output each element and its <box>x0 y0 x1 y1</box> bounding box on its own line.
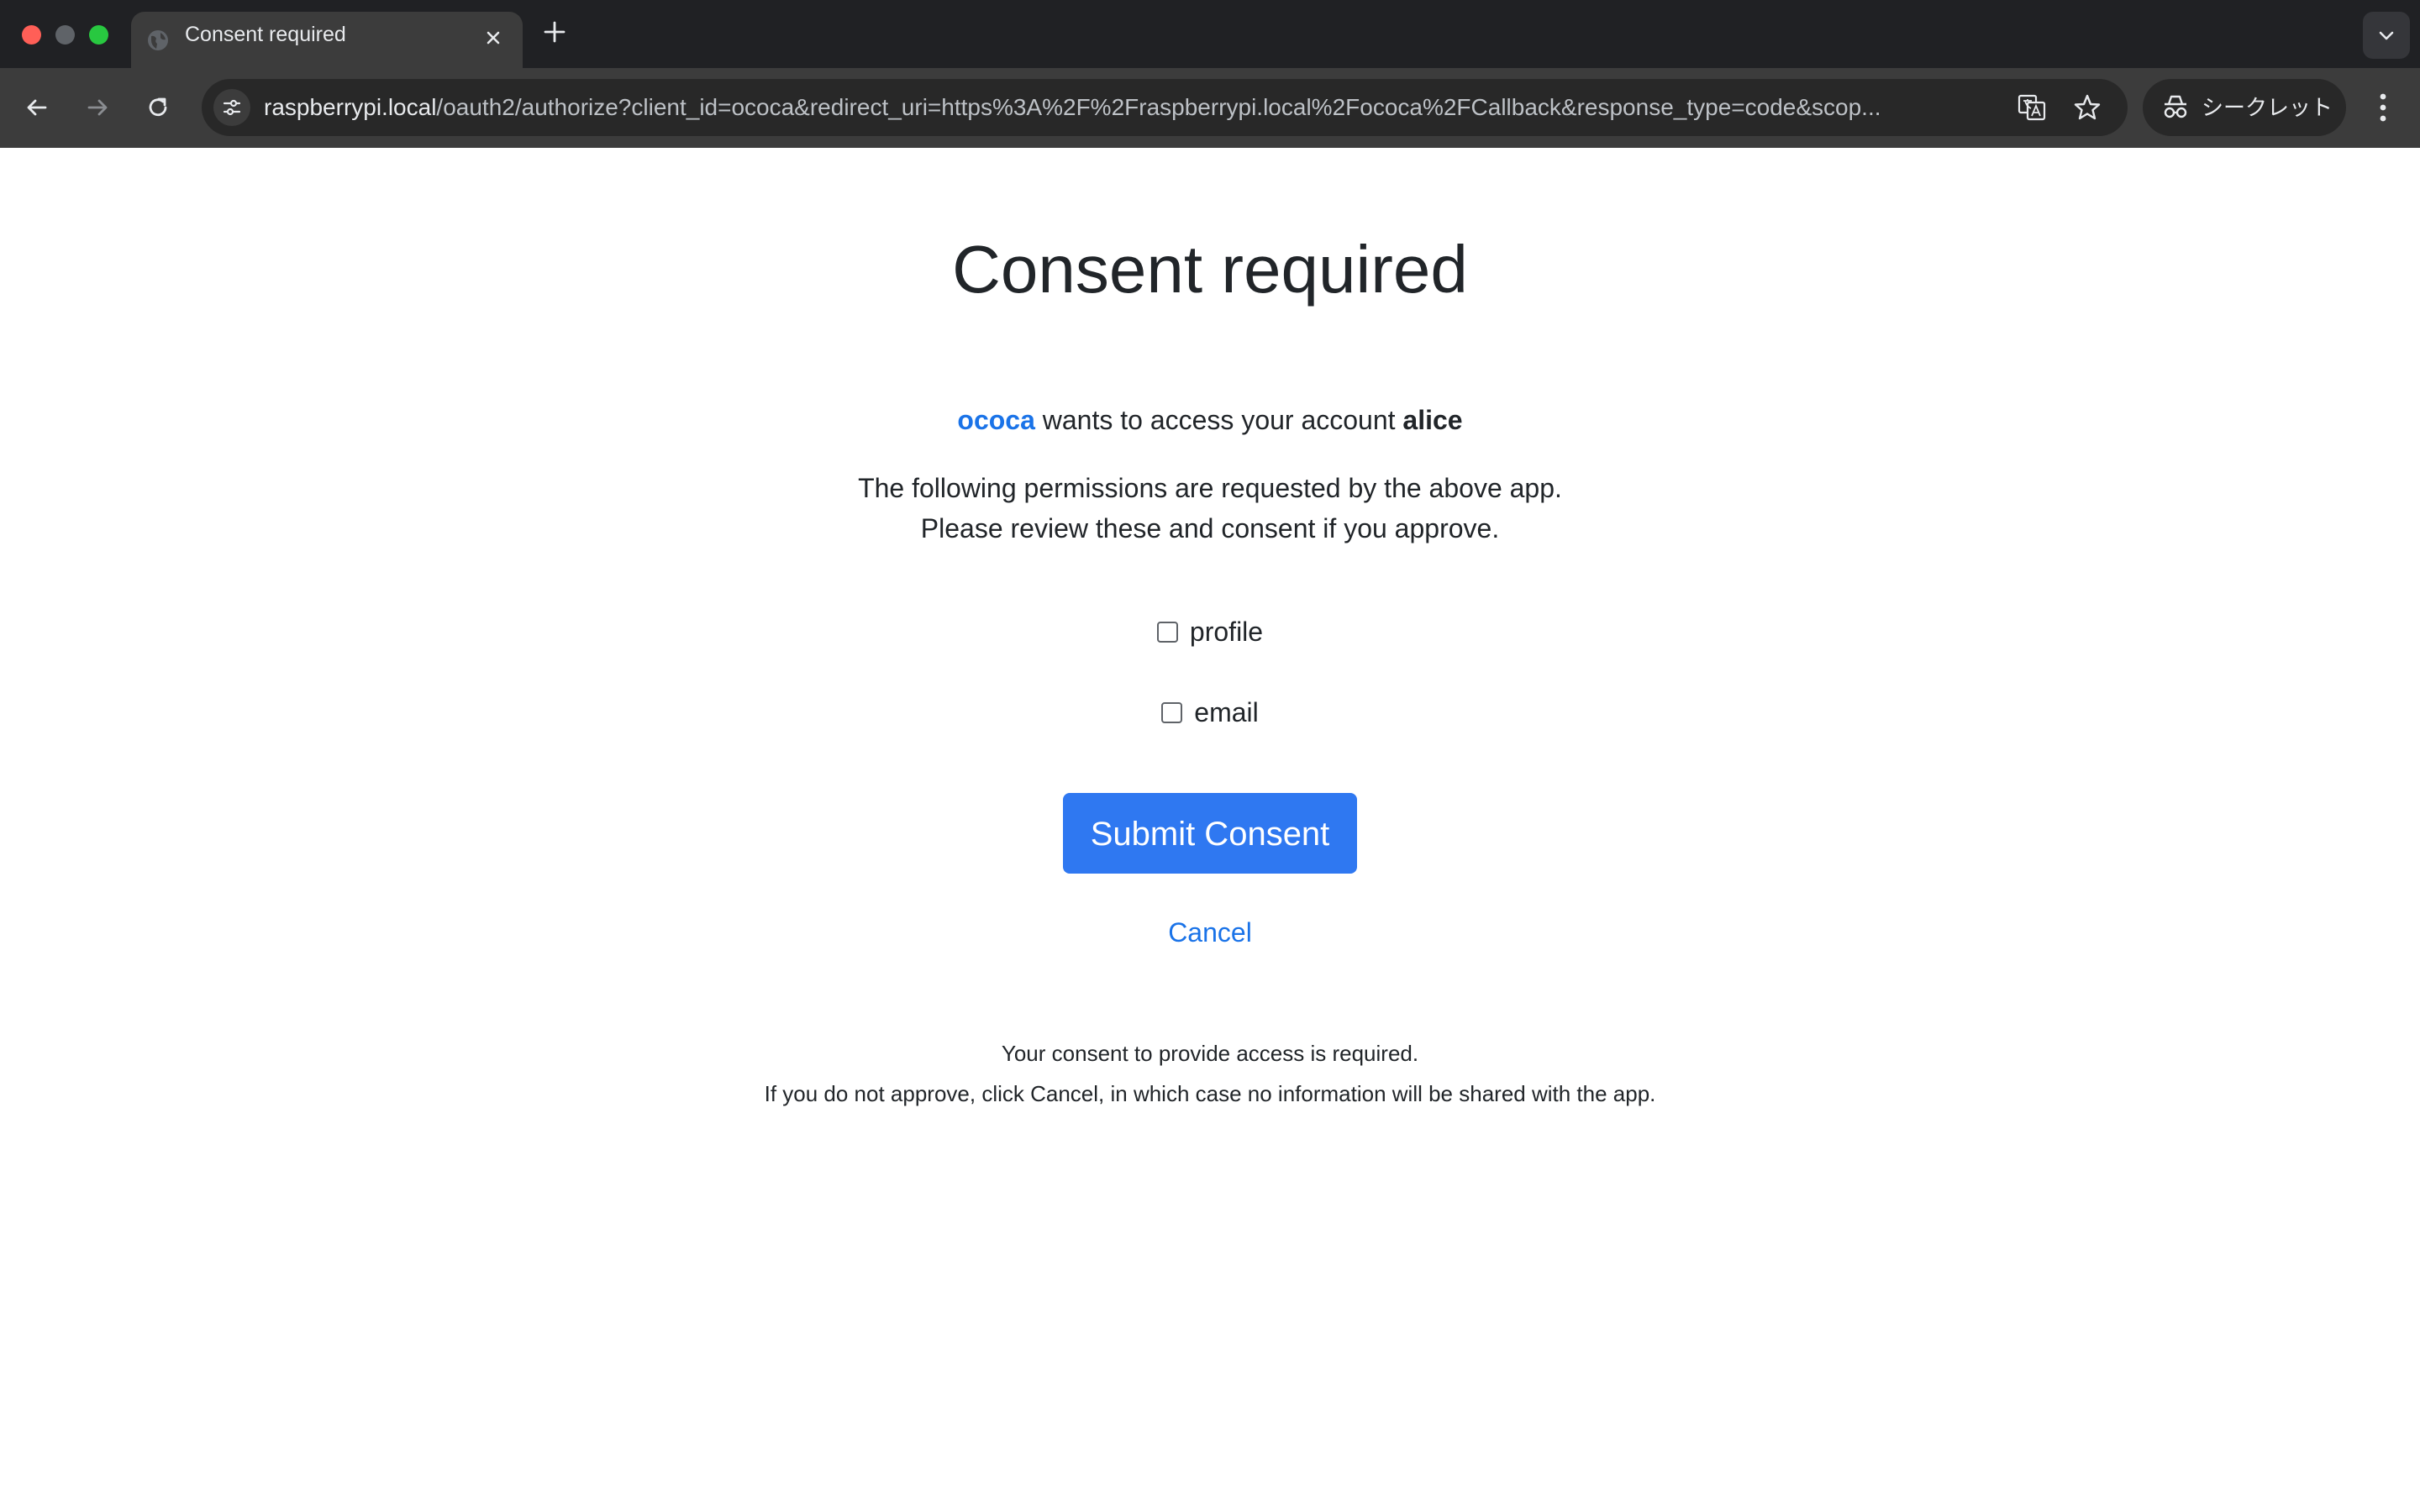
url-text[interactable]: raspberrypi.local/oauth2/authorize?clien… <box>264 79 1944 136</box>
url-path: /oauth2/authorize?client_id=ococa&redire… <box>436 94 1881 120</box>
client-name: ococa <box>957 405 1035 435</box>
page-title: Consent required <box>952 232 1468 307</box>
more-menu-icon[interactable] <box>2368 87 2398 129</box>
account-name: alice <box>1402 405 1463 435</box>
maximize-window-button[interactable] <box>89 25 108 45</box>
reload-button[interactable] <box>139 89 176 126</box>
permissions-intro-line-1: The following permissions are requested … <box>858 473 1562 503</box>
new-tab-icon[interactable] <box>541 18 568 45</box>
tab-search-button[interactable] <box>2363 12 2410 59</box>
scope-profile[interactable]: profile <box>0 612 2420 652</box>
incognito-icon <box>2164 95 2187 118</box>
tune-icon <box>223 99 241 116</box>
footnote-line-2: If you do not approve, click Cancel, in … <box>764 1081 1656 1106</box>
permissions-intro: The following permissions are requested … <box>0 468 2420 549</box>
arrow-left-icon <box>27 99 47 116</box>
scope-label: profile <box>1189 617 1264 647</box>
permissions-intro-line-2: Please review these and consent if you a… <box>920 513 1500 543</box>
address-bar[interactable]: raspberrypi.local/oauth2/authorize?clien… <box>202 79 2128 136</box>
browser-tab-active[interactable]: Consent required <box>131 12 523 68</box>
incognito-indicator[interactable]: シークレット <box>2143 79 2346 136</box>
back-button[interactable] <box>18 89 55 126</box>
footnote: Your consent to provide access is requir… <box>0 1033 2420 1114</box>
tab-title: Consent required <box>185 23 346 46</box>
footnote-line-1: Your consent to provide access is requir… <box>1001 1041 1419 1066</box>
translate-icon[interactable] <box>2017 92 2047 123</box>
globe-icon <box>148 30 168 50</box>
close-window-button[interactable] <box>22 25 41 45</box>
browser-toolbar: raspberrypi.local/oauth2/authorize?clien… <box>0 68 2420 148</box>
minimize-window-button[interactable] <box>55 25 75 45</box>
close-tab-icon[interactable] <box>481 25 506 50</box>
site-info-button[interactable] <box>213 89 250 126</box>
request-text: wants to access your account <box>1034 405 1403 435</box>
browser-tabstrip: Consent required <box>0 0 2420 68</box>
reload-icon <box>149 97 167 117</box>
access-request-line: ococa wants to access your account alice <box>0 400 2420 440</box>
scope-label: email <box>1194 697 1259 727</box>
consent-page: Consent required ococa wants to access y… <box>0 148 2420 1512</box>
chevron-down-icon <box>2379 31 2394 40</box>
scope-email[interactable]: email <box>0 692 2420 732</box>
incognito-label: シークレット <box>2202 95 2333 120</box>
url-host: raspberrypi.local <box>264 94 437 120</box>
star-icon[interactable] <box>2072 92 2102 123</box>
forward-button[interactable] <box>79 89 116 126</box>
submit-consent-button[interactable]: Submit Consent <box>1063 793 1357 874</box>
cancel-row: Cancel <box>0 912 2420 953</box>
profile-checkbox[interactable] <box>1156 621 1178 643</box>
arrow-right-icon <box>87 99 108 116</box>
cancel-link[interactable]: Cancel <box>1168 917 1252 948</box>
email-checkbox[interactable] <box>1161 701 1183 723</box>
